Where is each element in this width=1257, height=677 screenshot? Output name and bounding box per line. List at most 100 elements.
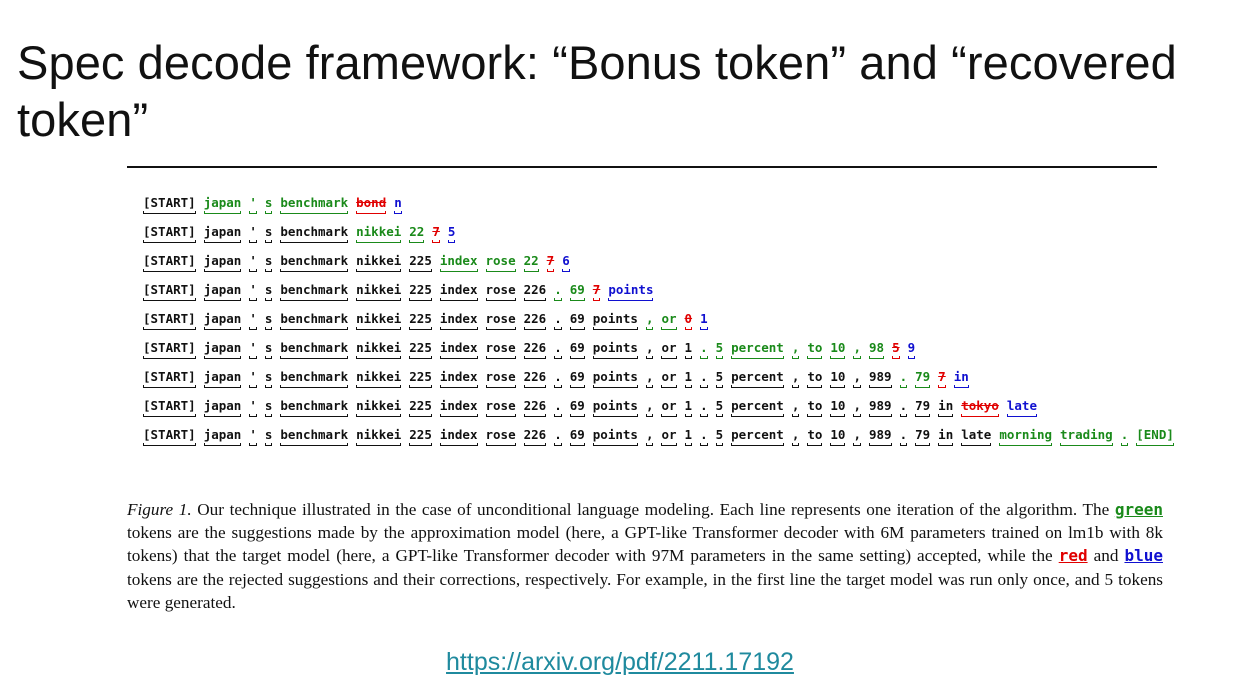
token-committed: 225 xyxy=(409,427,432,446)
token-committed: to xyxy=(807,398,823,417)
token-committed: japan xyxy=(203,253,241,272)
token-committed: benchmark xyxy=(280,340,348,359)
token-committed: in xyxy=(938,398,954,417)
token-committed: points xyxy=(592,340,639,359)
token-committed: 226 xyxy=(523,311,546,330)
token-committed: s xyxy=(264,311,272,330)
token-committed: japan xyxy=(203,311,241,330)
token-committed: rose xyxy=(485,398,516,417)
token-line: [START] japan ' s benchmark nikkei 225 index ros… xyxy=(143,369,1223,398)
token-committed: nikkei xyxy=(356,427,402,446)
token-accepted: 79 xyxy=(915,369,931,388)
token-accepted: . xyxy=(554,282,562,301)
token-committed: 225 xyxy=(409,398,432,417)
token-line: [START] japan ' s benchmark bond n xyxy=(143,195,1223,224)
token-line: [START] japan ' s benchmark nikkei 225 index ros… xyxy=(143,311,1223,340)
token-rejected: 7 xyxy=(938,369,946,388)
token-correction: 5 xyxy=(447,224,455,243)
token-committed: benchmark xyxy=(280,253,348,272)
token-committed: japan xyxy=(203,340,241,359)
source-link[interactable]: https://arxiv.org/pdf/2211.17192 xyxy=(0,648,1240,677)
token-committed: [START] xyxy=(143,369,196,388)
token-committed: s xyxy=(264,340,272,359)
token-accepted: rose xyxy=(485,253,516,272)
token-committed: 5 xyxy=(715,369,723,388)
token-accepted: , xyxy=(853,340,861,359)
token-accepted: . xyxy=(700,340,708,359)
token-committed: rose xyxy=(485,311,516,330)
token-committed: points xyxy=(592,369,639,388)
token-committed: 1 xyxy=(684,398,692,417)
token-committed: 226 xyxy=(523,369,546,388)
token-committed: nikkei xyxy=(356,340,402,359)
token-committed: ' xyxy=(249,224,257,243)
token-committed: 225 xyxy=(409,282,432,301)
token-accepted: 69 xyxy=(569,282,585,301)
token-committed: . xyxy=(700,398,708,417)
caption-text-1: Our technique illustrated in the case of… xyxy=(191,500,1115,519)
caption-keyword-red: red xyxy=(1058,546,1088,566)
token-committed: 10 xyxy=(830,398,846,417)
token-committed: . xyxy=(899,398,907,417)
token-accepted: 22 xyxy=(523,253,539,272)
token-committed: japan xyxy=(203,427,241,446)
token-committed: . xyxy=(554,427,562,446)
token-rejected: 7 xyxy=(592,282,600,301)
token-line: [START] japan ' s benchmark nikkei 225 index ros… xyxy=(143,282,1223,311)
token-correction: n xyxy=(394,195,402,214)
token-committed: 69 xyxy=(569,398,585,417)
token-committed: benchmark xyxy=(280,398,348,417)
token-committed: 225 xyxy=(409,369,432,388)
token-committed: [START] xyxy=(143,253,196,272)
token-correction: 9 xyxy=(907,340,915,359)
token-committed: benchmark xyxy=(280,369,348,388)
token-committed: [START] xyxy=(143,224,196,243)
token-committed: [START] xyxy=(143,427,196,446)
token-committed: 79 xyxy=(915,398,931,417)
token-committed: [START] xyxy=(143,398,196,417)
token-committed: nikkei xyxy=(356,253,402,272)
token-committed: rose xyxy=(485,427,516,446)
token-committed: . xyxy=(554,369,562,388)
token-committed: , xyxy=(645,427,653,446)
token-committed: 1 xyxy=(684,369,692,388)
token-committed: 989 xyxy=(869,427,892,446)
token-committed: to xyxy=(807,369,823,388)
token-committed: ' xyxy=(249,311,257,330)
token-committed: to xyxy=(807,427,823,446)
token-committed: japan xyxy=(203,398,241,417)
token-committed: . xyxy=(700,369,708,388)
token-committed: [START] xyxy=(143,311,196,330)
token-committed: 989 xyxy=(869,398,892,417)
token-committed: japan xyxy=(203,224,241,243)
token-committed: . xyxy=(554,340,562,359)
token-committed: , xyxy=(645,398,653,417)
token-rejected: 5 xyxy=(892,340,900,359)
token-committed: 226 xyxy=(523,398,546,417)
token-committed: s xyxy=(264,224,272,243)
figure-caption: Figure 1. Our technique illustrated in t… xyxy=(127,498,1163,614)
token-accepted: s xyxy=(264,195,272,214)
token-accepted: . xyxy=(1120,427,1128,446)
token-committed: , xyxy=(853,427,861,446)
token-committed: benchmark xyxy=(280,427,348,446)
token-committed: ' xyxy=(249,427,257,446)
token-committed: japan xyxy=(203,369,241,388)
token-committed: 226 xyxy=(523,427,546,446)
token-committed: s xyxy=(264,253,272,272)
token-committed: . xyxy=(554,311,562,330)
token-committed: points xyxy=(592,311,639,330)
token-correction: in xyxy=(953,369,969,388)
token-committed: nikkei xyxy=(356,398,402,417)
token-committed: or xyxy=(661,427,677,446)
token-committed: nikkei xyxy=(356,311,402,330)
token-committed: 10 xyxy=(830,369,846,388)
token-correction: 6 xyxy=(562,253,570,272)
token-committed: ' xyxy=(249,340,257,359)
token-committed: 5 xyxy=(715,427,723,446)
token-accepted: to xyxy=(807,340,823,359)
token-correction: late xyxy=(1006,398,1038,417)
token-accepted: or xyxy=(661,311,677,330)
token-rejected: 7 xyxy=(432,224,440,243)
token-committed: , xyxy=(853,398,861,417)
